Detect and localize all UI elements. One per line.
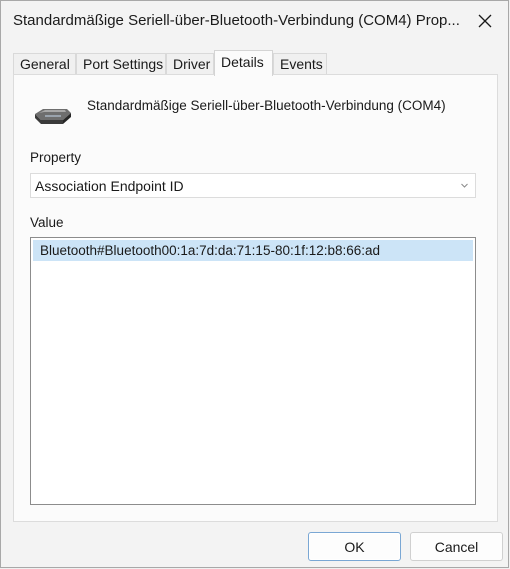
list-item-text: Bluetooth#Bluetooth00:1a:7d:da:71:15-80:… xyxy=(40,243,381,258)
window-title: Standardmäßige Seriell-über-Bluetooth-Ve… xyxy=(13,12,460,29)
close-button[interactable] xyxy=(468,5,502,37)
tab-label: Details xyxy=(221,54,264,70)
serial-port-device-icon xyxy=(35,109,71,124)
tab-driver[interactable]: Driver xyxy=(166,53,214,75)
device-name: Standardmäßige Seriell-über-Bluetooth-Ve… xyxy=(87,98,446,113)
list-item[interactable]: Bluetooth#Bluetooth00:1a:7d:da:71:15-80:… xyxy=(33,240,473,261)
chevron-down-icon xyxy=(461,183,468,188)
tab-events[interactable]: Events xyxy=(273,53,327,75)
property-select[interactable]: Association Endpoint ID xyxy=(30,173,476,198)
title-bar[interactable]: Standardmäßige Seriell-über-Bluetooth-Ve… xyxy=(1,1,508,41)
ok-button[interactable]: OK xyxy=(308,532,401,561)
tab-label: Events xyxy=(280,56,323,72)
tab-general[interactable]: General xyxy=(13,53,76,75)
value-list[interactable]: Bluetooth#Bluetooth00:1a:7d:da:71:15-80:… xyxy=(30,237,476,505)
tab-label: General xyxy=(20,56,70,72)
ok-button-label: OK xyxy=(344,538,365,555)
properties-dialog: Standardmäßige Seriell-über-Bluetooth-Ve… xyxy=(0,0,509,568)
details-panel: Standardmäßige Seriell-über-Bluetooth-Ve… xyxy=(13,74,498,522)
cancel-button-label: Cancel xyxy=(434,538,479,555)
close-icon xyxy=(478,14,492,28)
property-label: Property xyxy=(30,150,82,165)
tab-label: Driver xyxy=(173,56,211,72)
cancel-button[interactable]: Cancel xyxy=(410,532,503,561)
property-selected-value: Association Endpoint ID xyxy=(35,178,184,194)
tab-label: Port Settings xyxy=(83,56,164,72)
tab-port-settings[interactable]: Port Settings xyxy=(76,53,166,75)
value-label: Value xyxy=(30,215,64,230)
tab-details[interactable]: Details xyxy=(214,50,273,76)
